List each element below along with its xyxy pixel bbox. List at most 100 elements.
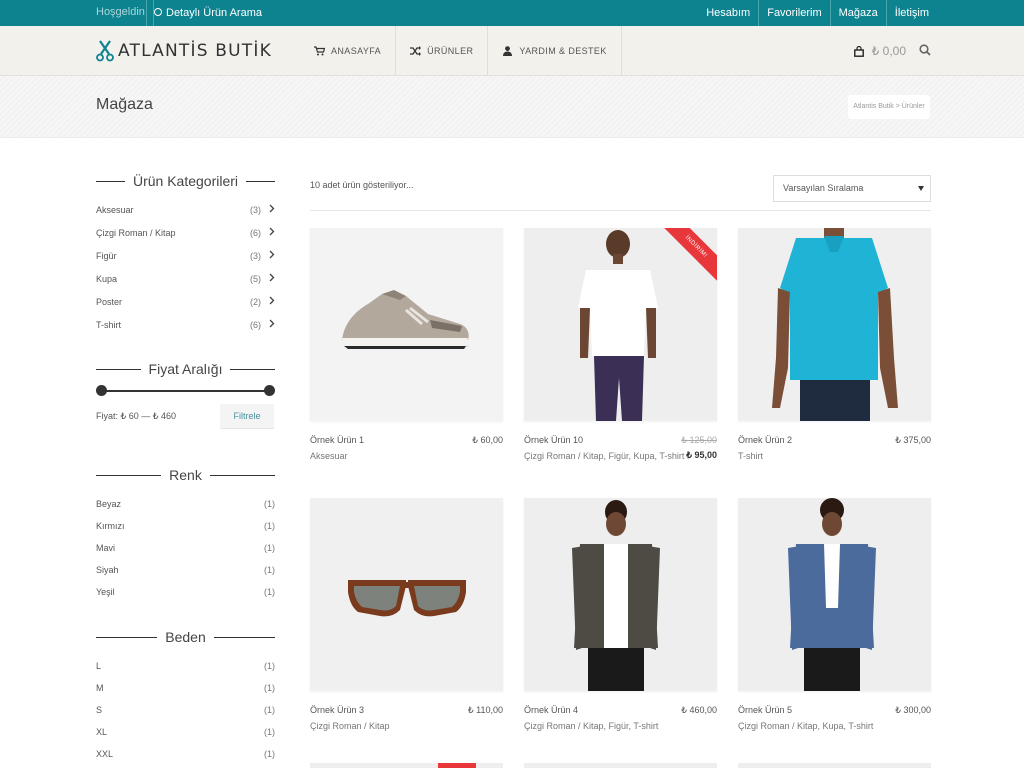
product-price: ₺ 300,00: [895, 705, 931, 715]
filter-item-count: (1): [264, 499, 275, 509]
scissors-icon: [96, 40, 114, 62]
product-card[interactable]: Örnek Ürün 3 ₺ 110,00 Çizgi Roman / Kita…: [310, 498, 503, 731]
product-name[interactable]: Örnek Ürün 5: [738, 705, 792, 715]
product-image-sunglasses[interactable]: [310, 498, 503, 691]
sort-select[interactable]: Varsayılan Sıralama: [773, 175, 931, 202]
filter-item-count: (1): [264, 543, 275, 553]
store-link[interactable]: Mağaza: [829, 0, 886, 26]
sunglasses-image: [310, 498, 503, 691]
detail-search-link[interactable]: Detaylı Ürün Arama: [146, 0, 262, 26]
filter-item-count: (1): [264, 587, 275, 597]
product-image-man-jacket[interactable]: [524, 498, 717, 691]
product-card[interactable]: İNDİRİM! Örnek Ürün 10 ₺ 125,00 ₺ 95,00 …: [524, 228, 717, 461]
filter-item-label[interactable]: M: [96, 683, 104, 693]
filter-item[interactable]: L (1): [96, 655, 275, 677]
filter-item-count: (6): [250, 320, 261, 330]
price-title: Fiyat Aralığı: [148, 361, 223, 377]
product-category[interactable]: T-shirt: [738, 451, 763, 461]
filter-item[interactable]: Yeşil (1): [96, 581, 275, 603]
product-category[interactable]: Çizgi Roman / Kitap: [310, 721, 390, 731]
filter-item-count: (3): [250, 251, 261, 261]
product-name[interactable]: Örnek Ürün 10: [524, 435, 583, 445]
product-category[interactable]: Çizgi Roman / Kitap, Kupa, T-shirt: [738, 721, 873, 731]
product-card[interactable]: Örnek Ürün 4 ₺ 460,00 Çizgi Roman / Kita…: [524, 498, 717, 731]
filter-item[interactable]: Poster (2): [96, 291, 275, 314]
sale-badge-partial: [438, 763, 476, 768]
filter-item-label[interactable]: L: [96, 661, 101, 671]
product-category[interactable]: Aksesuar: [310, 451, 348, 461]
filter-item-label[interactable]: XXL: [96, 749, 113, 759]
filter-item[interactable]: Siyah (1): [96, 559, 275, 581]
cart-icon: [314, 46, 325, 56]
filter-item[interactable]: Beyaz (1): [96, 493, 275, 515]
filter-item[interactable]: S (1): [96, 699, 275, 721]
filter-item[interactable]: Figür (3): [96, 245, 275, 268]
product-image-man-blazer[interactable]: [738, 498, 931, 691]
filter-item[interactable]: XXL (1): [96, 743, 275, 765]
filter-item[interactable]: Aksesuar (3): [96, 199, 275, 222]
filter-item[interactable]: T-shirt (6): [96, 314, 275, 337]
nav-products-label: ÜRÜNLER: [427, 46, 474, 56]
filter-item-label[interactable]: Aksesuar: [96, 205, 134, 215]
product-image-man-white-tee[interactable]: İNDİRİM!: [524, 228, 717, 421]
shuffle-icon: [410, 46, 422, 56]
site-header: ATLANTİS BUTİK ANASAYFA ÜRÜNLER YARDIM &…: [0, 26, 1024, 76]
mini-cart[interactable]: ₺ 0,00: [853, 44, 906, 58]
product-name[interactable]: Örnek Ürün 1: [310, 435, 364, 445]
product-card-partial[interactable]: [738, 763, 931, 768]
product-price: ₺ 60,00: [472, 435, 503, 445]
slider-min-handle[interactable]: [96, 385, 107, 396]
filter-item-count: (1): [264, 521, 275, 531]
product-card[interactable]: Örnek Ürün 5 ₺ 300,00 Çizgi Roman / Kita…: [738, 498, 931, 731]
product-card[interactable]: Örnek Ürün 1 ₺ 60,00 Aksesuar: [310, 228, 503, 461]
product-category[interactable]: Çizgi Roman / Kitap, Figür, Kupa, T-shir…: [524, 451, 684, 461]
filter-item-label[interactable]: Çizgi Roman / Kitap: [96, 228, 176, 238]
filter-item-label[interactable]: XL: [96, 727, 107, 737]
filter-button[interactable]: Filtrele: [220, 404, 274, 429]
main-nav: ANASAYFA ÜRÜNLER YARDIM & DESTEK: [300, 26, 622, 76]
site-logo[interactable]: ATLANTİS BUTİK: [96, 40, 272, 62]
product-name[interactable]: Örnek Ürün 2: [738, 435, 792, 445]
product-image-blue-polo[interactable]: [738, 228, 931, 421]
filter-item-label[interactable]: Kırmızı: [96, 521, 125, 531]
filter-item-label[interactable]: Yeşil: [96, 587, 115, 597]
filter-item-label[interactable]: T-shirt: [96, 320, 121, 330]
filter-item[interactable]: Kupa (5): [96, 268, 275, 291]
favorites-link[interactable]: Favorilerim: [758, 0, 829, 26]
price-slider[interactable]: [96, 384, 275, 398]
search-icon[interactable]: [919, 44, 931, 56]
product-name[interactable]: Örnek Ürün 3: [310, 705, 364, 715]
filter-item-label[interactable]: Kupa: [96, 274, 117, 284]
price-widget-title: Fiyat Aralığı: [96, 359, 276, 379]
product-card-partial[interactable]: [524, 763, 717, 768]
filter-item-count: (5): [250, 274, 261, 284]
product-category[interactable]: Çizgi Roman / Kitap, Figür, T-shirt: [524, 721, 658, 731]
filter-item-label[interactable]: Siyah: [96, 565, 119, 575]
contact-link[interactable]: İletişim: [885, 0, 937, 26]
product-image-sneaker[interactable]: [310, 228, 503, 421]
filter-item[interactable]: Kırmızı (1): [96, 515, 275, 537]
filter-item-label[interactable]: Figür: [96, 251, 117, 261]
breadcrumb[interactable]: Atlantis Butik > Ürünler: [848, 95, 930, 119]
filter-item-label[interactable]: Poster: [96, 297, 122, 307]
logo-text: ATLANTİS BUTİK: [118, 41, 272, 61]
filter-item[interactable]: XL (1): [96, 721, 275, 743]
nav-help[interactable]: YARDIM & DESTEK: [488, 26, 622, 76]
nav-home[interactable]: ANASAYFA: [300, 26, 397, 76]
product-name[interactable]: Örnek Ürün 4: [524, 705, 578, 715]
filter-item[interactable]: M (1): [96, 677, 275, 699]
filter-item-label[interactable]: Mavi: [96, 543, 115, 553]
filter-item-label[interactable]: Beyaz: [96, 499, 121, 509]
filter-item-count: (1): [264, 749, 275, 759]
user-icon: [503, 46, 513, 56]
filter-item[interactable]: Çizgi Roman / Kitap (6): [96, 222, 275, 245]
filter-item-count: (2): [250, 297, 261, 307]
man-white-tee-image: [524, 228, 717, 421]
slider-max-handle[interactable]: [264, 385, 275, 396]
account-link[interactable]: Hesabım: [698, 0, 758, 26]
filter-item[interactable]: Mavi (1): [96, 537, 275, 559]
nav-products[interactable]: ÜRÜNLER: [396, 26, 489, 76]
filter-item-label[interactable]: S: [96, 705, 102, 715]
nav-home-label: ANASAYFA: [331, 46, 382, 56]
product-card[interactable]: Örnek Ürün 2 ₺ 375,00 T-shirt: [738, 228, 931, 461]
